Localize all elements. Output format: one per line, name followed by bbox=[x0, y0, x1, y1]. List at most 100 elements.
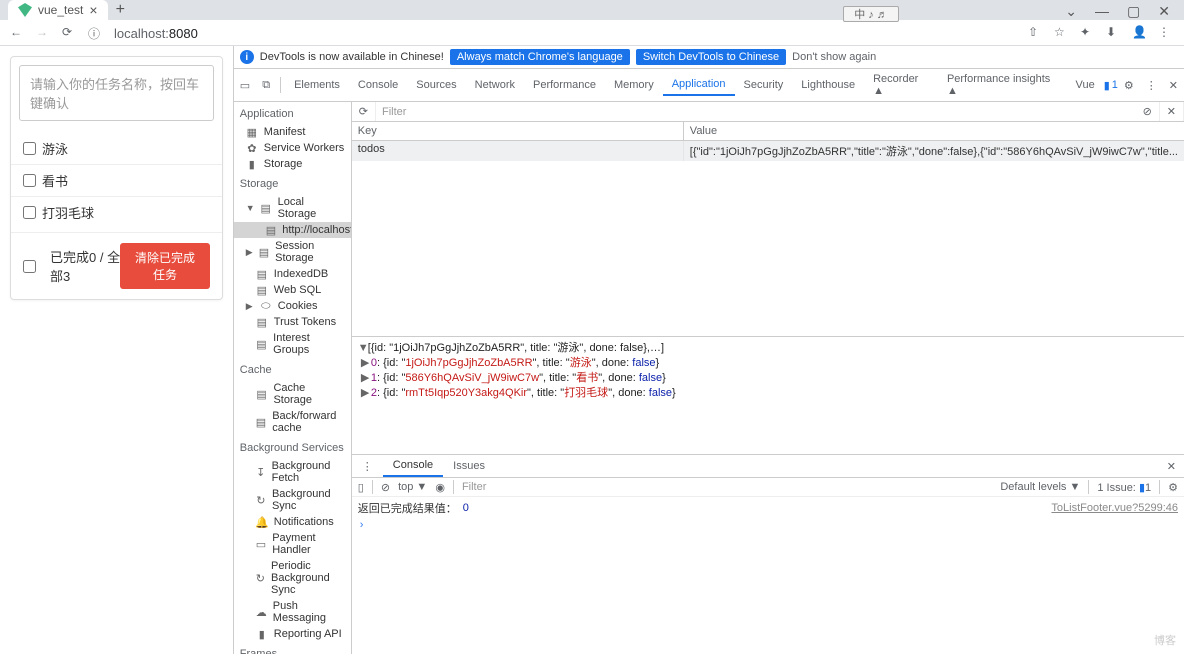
chevron-down-icon[interactable]: ⌄ bbox=[1065, 3, 1077, 20]
storage-filter-input[interactable]: Filter bbox=[376, 103, 1136, 121]
reload-button[interactable]: ⟳ bbox=[62, 25, 78, 41]
banner-match-button[interactable]: Always match Chrome's language bbox=[450, 49, 630, 65]
tab-security[interactable]: Security bbox=[735, 75, 793, 95]
minimize-button[interactable]: — bbox=[1095, 3, 1109, 20]
tab-console[interactable]: Console bbox=[349, 75, 407, 95]
sidebar-periodic-sync[interactable]: ↻Periodic Background Sync bbox=[234, 558, 351, 598]
sidebar-reporting-api[interactable]: ▮Reporting API bbox=[234, 626, 351, 642]
tab-network[interactable]: Network bbox=[466, 75, 524, 95]
push-icon: ☁ bbox=[256, 606, 267, 618]
tab-application[interactable]: Application bbox=[663, 74, 735, 96]
todo-item[interactable]: 打羽毛球 bbox=[11, 196, 222, 228]
refresh-storage-icon[interactable]: ⟳ bbox=[352, 102, 376, 121]
log-levels-selector[interactable]: Default levels ▼ bbox=[1000, 481, 1080, 493]
close-tab-icon[interactable]: × bbox=[89, 2, 97, 18]
storage-icon: ▮ bbox=[246, 158, 258, 170]
task-input[interactable]: 请输入你的任务名称，按回车键确认 bbox=[19, 65, 214, 121]
sidebar-manifest[interactable]: ▦Manifest bbox=[234, 124, 351, 140]
menu-icon[interactable]: ⋮ bbox=[1158, 25, 1174, 41]
back-button[interactable]: ← bbox=[10, 25, 26, 41]
delete-icon[interactable]: ✕ bbox=[1160, 102, 1184, 121]
context-selector[interactable]: top ▼ bbox=[398, 481, 427, 493]
inspect-icon[interactable]: ▭ bbox=[234, 76, 256, 95]
tab-perf-insights[interactable]: Performance insights ▲ bbox=[938, 69, 1067, 101]
col-header-value[interactable]: Value bbox=[684, 122, 1184, 140]
ime-indicator[interactable]: 中 ♪ ♬ bbox=[843, 6, 899, 22]
downloads-icon[interactable]: ⬇ bbox=[1106, 25, 1122, 41]
console-settings-icon[interactable]: ⚙ bbox=[1168, 481, 1178, 494]
close-window-button[interactable]: ✕ bbox=[1158, 3, 1170, 20]
todo-item[interactable]: 游泳 bbox=[11, 133, 222, 164]
share-icon[interactable]: ⇧ bbox=[1028, 25, 1044, 41]
todo-checkbox[interactable] bbox=[23, 206, 36, 219]
forward-button[interactable]: → bbox=[36, 25, 52, 41]
col-header-key[interactable]: Key bbox=[352, 122, 684, 140]
tab-sources[interactable]: Sources bbox=[407, 75, 465, 95]
db-icon: ▤ bbox=[260, 202, 272, 214]
drawer-tab-console[interactable]: Console bbox=[383, 455, 443, 477]
clear-done-button[interactable]: 清除已完成任务 bbox=[120, 243, 210, 289]
sidebar-interest-groups[interactable]: ▤Interest Groups bbox=[234, 330, 351, 358]
select-all-checkbox[interactable] bbox=[23, 260, 36, 273]
sidebar-local-storage-origin[interactable]: ▤http://localhost:8080 bbox=[234, 222, 351, 238]
sidebar-bg-sync[interactable]: ↻Background Sync bbox=[234, 486, 351, 514]
clear-filter-icon[interactable]: ⊘ bbox=[1136, 102, 1160, 121]
tab-lighthouse[interactable]: Lighthouse bbox=[792, 75, 864, 95]
maximize-button[interactable]: ▢ bbox=[1127, 3, 1140, 20]
profile-icon[interactable]: 👤 bbox=[1132, 25, 1148, 41]
tab-elements[interactable]: Elements bbox=[285, 75, 349, 95]
drawer-tab-issues[interactable]: Issues bbox=[443, 456, 495, 476]
sidebar-cache-storage[interactable]: ▤Cache Storage bbox=[234, 380, 351, 408]
tab-recorder[interactable]: Recorder ▲ bbox=[864, 69, 938, 101]
live-expression-icon[interactable]: ◉ bbox=[435, 481, 445, 494]
console-filter-input[interactable]: Filter bbox=[462, 481, 486, 493]
todo-item[interactable]: 看书 bbox=[11, 164, 222, 196]
issues-indicator[interactable]: ▮1 bbox=[1104, 79, 1118, 92]
sidebar-bg-fetch[interactable]: ↧Background Fetch bbox=[234, 458, 351, 486]
console-log-line[interactable]: 返回已完成结果值： 0 ToListFooter.vue?5299:46 bbox=[356, 499, 1180, 517]
sidebar-service-workers[interactable]: ✿Service Workers bbox=[234, 140, 351, 156]
device-toggle-icon[interactable]: ⧉ bbox=[256, 76, 276, 95]
close-drawer-icon[interactable]: ✕ bbox=[1159, 460, 1184, 473]
new-tab-button[interactable]: + bbox=[116, 1, 125, 19]
drawer-menu-icon[interactable]: ⋮ bbox=[352, 456, 383, 477]
log-value: 0 bbox=[463, 502, 469, 514]
sidebar-indexeddb[interactable]: ▤IndexedDB bbox=[234, 266, 351, 282]
banner-dismiss-link[interactable]: Don't show again bbox=[792, 51, 876, 63]
tab-performance[interactable]: Performance bbox=[524, 75, 605, 95]
todo-checkbox[interactable] bbox=[23, 142, 36, 155]
site-info-icon[interactable]: ⓘ bbox=[88, 25, 104, 41]
bookmark-icon[interactable]: ☆ bbox=[1054, 25, 1070, 41]
settings-icon[interactable]: ⚙ bbox=[1118, 79, 1140, 92]
tab-memory[interactable]: Memory bbox=[605, 75, 663, 95]
close-devtools-icon[interactable]: ✕ bbox=[1163, 79, 1184, 92]
sidebar-websql[interactable]: ▤Web SQL bbox=[234, 282, 351, 298]
sidebar-push-messaging[interactable]: ☁Push Messaging bbox=[234, 598, 351, 626]
value-preview: ▼[{id: "1jOiJh7pGgJjhZoZbA5RR", title: "… bbox=[352, 336, 1184, 454]
sidebar-notifications[interactable]: 🔔Notifications bbox=[234, 514, 351, 530]
sidebar-storage[interactable]: ▮Storage bbox=[234, 156, 351, 172]
sidebar-trust-tokens[interactable]: ▤Trust Tokens bbox=[234, 314, 351, 330]
sidebar-session-storage[interactable]: ▶▤Session Storage bbox=[234, 238, 351, 266]
caret-right-icon: ▶ bbox=[246, 247, 253, 258]
banner-switch-button[interactable]: Switch DevTools to Chinese bbox=[636, 49, 786, 65]
storage-row[interactable]: todos [{"id":"1jOiJh7pGgJjhZoZbA5RR","ti… bbox=[352, 141, 1184, 161]
clear-console-icon[interactable]: ⊘ bbox=[381, 481, 390, 494]
sidebar-payment-handler[interactable]: ▭Payment Handler bbox=[234, 530, 351, 558]
sidebar-bfcache[interactable]: ▤Back/forward cache bbox=[234, 408, 351, 436]
application-sidebar: Application ▦Manifest ✿Service Workers ▮… bbox=[234, 102, 352, 654]
more-icon[interactable]: ⋮ bbox=[1140, 79, 1163, 92]
todo-checkbox[interactable] bbox=[23, 174, 36, 187]
console-prompt[interactable]: › bbox=[356, 517, 1180, 533]
log-source-link[interactable]: ToListFooter.vue?5299:46 bbox=[1051, 502, 1178, 514]
sidebar-cookies[interactable]: ▶⬭Cookies bbox=[234, 298, 351, 314]
extensions-icon[interactable]: ✦ bbox=[1080, 25, 1096, 41]
sidebar-local-storage[interactable]: ▼▤Local Storage bbox=[234, 194, 351, 222]
console-sidebar-icon[interactable]: ▯ bbox=[358, 481, 364, 494]
issues-link[interactable]: 1 Issue: ▮1 bbox=[1097, 481, 1151, 494]
tab-title: vue_test bbox=[38, 3, 83, 17]
tab-vue[interactable]: Vue bbox=[1067, 75, 1104, 95]
banner-message: DevTools is now available in Chinese! bbox=[260, 51, 444, 63]
url-display[interactable]: localhost:8080 bbox=[114, 26, 198, 41]
browser-tab[interactable]: vue_test × bbox=[8, 0, 108, 20]
